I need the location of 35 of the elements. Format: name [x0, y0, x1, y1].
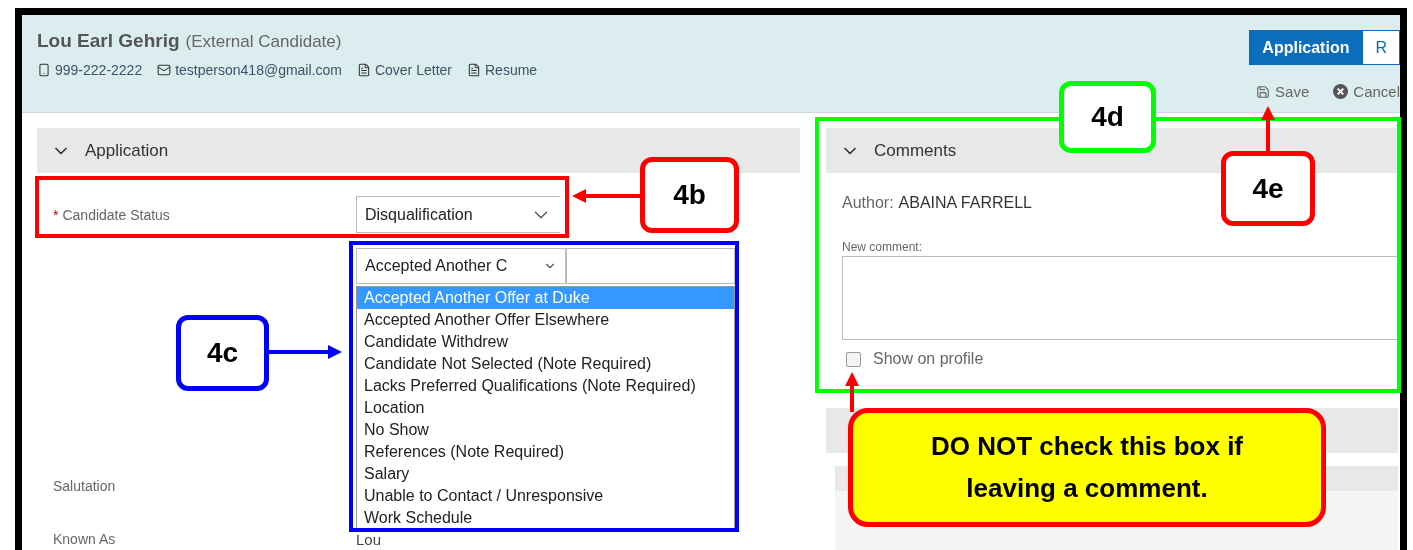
field-label: Known As: [53, 531, 117, 548]
step-callout: 4e: [1221, 151, 1315, 226]
checkbox-label: Show on profile: [873, 350, 984, 368]
reason-dropdown[interactable]: Accepted Another C: [356, 248, 566, 284]
section-header[interactable]: Application: [37, 128, 800, 173]
field-label: Salutation: [53, 478, 117, 494]
candidate-type: (External Candidate): [185, 32, 342, 52]
step-callout: 4b: [640, 157, 739, 233]
tab[interactable]: Application: [1249, 30, 1363, 65]
phone-icon: [37, 63, 51, 77]
field-label: * Candidate Status: [53, 206, 171, 223]
step-callout: 4d: [1059, 81, 1156, 153]
author-label: Author:: [842, 194, 894, 212]
warning-tooltip: DO NOT check this box if leaving a comment.: [848, 408, 1326, 527]
mail-icon: [157, 63, 172, 77]
contact-info: testperson418@gmail.com: [157, 62, 342, 78]
close-icon: [1333, 84, 1349, 99]
document-icon: [467, 63, 481, 77]
document-icon: [356, 63, 371, 77]
document-link[interactable]: Resume: [467, 62, 538, 78]
step-callout: 4c: [176, 315, 269, 391]
field-label: New comment:: [842, 240, 924, 254]
tab[interactable]: R: [1362, 30, 1400, 65]
candidate-name: Lou Earl Gehrig: [37, 30, 180, 52]
comment-field[interactable]: [842, 256, 1398, 340]
save-icon: [1256, 84, 1271, 99]
save-button[interactable]: Save: [1256, 83, 1310, 100]
contact-info: 999-222-2222: [37, 62, 143, 78]
checkbox[interactable]: [846, 351, 861, 367]
field-value: Lou: [356, 531, 382, 548]
cancel-button[interactable]: Cancel: [1333, 83, 1400, 100]
status-dropdown[interactable]: Disqualification: [356, 196, 560, 233]
document-link[interactable]: Cover Letter: [356, 62, 452, 78]
input-field[interactable]: [566, 248, 735, 284]
author-name: ABAINA FARRELL: [898, 194, 1032, 212]
